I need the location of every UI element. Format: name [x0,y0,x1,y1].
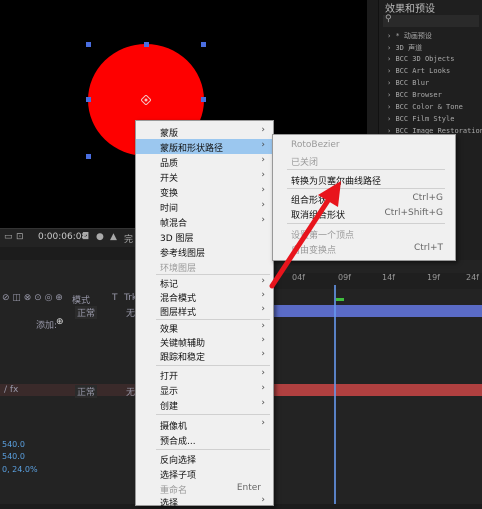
menu-item-frame-blending[interactable]: 帧混合 › [136,214,273,229]
property-value[interactable]: 540.0 [2,440,25,449]
effects-category[interactable]: › BCC Browser [387,91,442,99]
menu-item-reveal[interactable]: 显示 › [136,382,273,397]
work-area-marker[interactable] [336,298,344,301]
region-of-interest-icon[interactable]: ▭ [4,232,13,242]
menu-item-invert-selection[interactable]: 反向选择 [136,451,273,466]
menu-separator [156,414,270,415]
none-label: 无 [126,388,136,398]
menu-item-effect[interactable]: 效果 › [136,320,273,335]
selection-handle[interactable] [201,97,206,102]
menu-item-select-children[interactable]: 选择子项 [136,466,273,481]
menu-item-camera[interactable]: 摄像机 › [136,417,273,432]
menu-item-markers[interactable]: 标记 › [136,275,273,290]
layer-context-menu: 蒙版 › 蒙版和形状路径 › 品质 › 开关 › 变换 › 时间 › 帧混合 › 3D 图层 … [135,120,274,509]
anchor-point-icon[interactable] [141,95,151,105]
submenu-item-free-transform-points: 自由变换点 Ctrl+T [291,243,443,256]
menu-item-switches[interactable]: 开关 › [136,169,273,184]
selection-handle[interactable] [86,154,91,159]
menu-item-precompose[interactable]: 预合成... [136,432,273,447]
selection-handle[interactable] [86,42,91,47]
ruler-tick-label: 14f [382,273,395,282]
effects-category[interactable]: › * 动画预设 [387,31,432,41]
effects-category[interactable]: › BCC Art Looks [387,67,450,75]
search-icon: ⚲ [385,14,392,24]
viewer-toolbar: ▭ ⊡ 0:00:06:08 ◘ ● ▲ 完 [0,228,135,247]
panel-title: 效果和预设 [385,4,435,15]
layer-mode-select[interactable]: 正常 [75,306,98,319]
current-time-indicator[interactable] [334,285,336,504]
effects-category[interactable]: › BCC Blur [387,79,429,87]
add-label: 添加: [36,321,58,331]
menu-item-time[interactable]: 时间 › [136,199,273,214]
none-label: 无 [126,309,136,319]
ruler-tick-label: 19f [427,273,440,282]
property-value[interactable]: 540.0 [2,452,25,461]
menu-item-keyframe-assistant[interactable]: 关键帧辅助 › [136,334,273,349]
menu-item-create[interactable]: 创建 › [136,397,273,412]
menu-item-mask[interactable]: 蒙版 › [136,124,273,139]
menu-separator [287,188,445,189]
submenu-item-group-shapes[interactable]: 组合形状 Ctrl+G [273,191,455,206]
effects-search-input[interactable]: ⚲ [383,14,479,27]
show-channel-icon[interactable]: ▲ [110,232,117,242]
selection-handle[interactable] [144,42,149,47]
effects-category[interactable]: › 3D 声道 [387,43,422,53]
selection-handle[interactable] [201,42,206,47]
menu-item-track-and-stabilize[interactable]: 跟踪和稳定 › [136,348,273,363]
column-switch-icons[interactable]: ⊘ ◫ ⊗ ⊙ ◎ ⊕ [2,293,63,303]
effects-category[interactable]: › BCC Color & Tone [387,103,463,111]
add-property-icon[interactable]: ⊕ [56,317,64,327]
menu-separator [156,449,270,450]
mode-column-header: 模式 [72,296,91,306]
menu-item-layer-styles[interactable]: 图层样式 › [136,303,273,318]
color-channel-icon[interactable]: ● [96,232,104,242]
menu-separator [156,365,270,366]
layer-fx-icon[interactable]: / fx [4,385,18,395]
menu-item-blending-mode[interactable]: 混合模式 › [136,289,273,304]
layer-row[interactable] [0,384,135,396]
grid-icon[interactable]: ⊡ [16,232,24,242]
layer-duration-bar[interactable] [272,305,482,317]
menu-item-mask-and-shape-path[interactable]: 蒙版和形状路径 › [136,139,273,154]
menu-item-3d-layer[interactable]: 3D 图层 [136,229,273,244]
toolbar-trailing-label: 完 [124,235,134,245]
menu-item-environment-layer: 环境图层 [160,264,197,274]
effects-category[interactable]: › BCC 3D Objects [387,55,454,63]
layer-duration-bar[interactable] [272,384,482,396]
property-value[interactable]: 0, 24.0% [2,465,38,474]
t-column-header: T [112,293,118,303]
ruler-tick-label: 04f [292,273,305,282]
submenu-item-ungroup-shapes[interactable]: 取消组合形状 Ctrl+Shift+G [273,206,455,221]
layer-mode-select[interactable]: 正常 [75,385,98,398]
selection-handle[interactable] [86,97,91,102]
menu-item-open[interactable]: 打开 › [136,367,273,382]
menu-item-select[interactable]: 选择 › [136,494,273,509]
submenu-item-rotobezier: RotoBezier [291,140,340,150]
timecode[interactable]: 0:00:06:08 [38,232,87,242]
effects-category[interactable]: › BCC Film Style [387,115,454,123]
ruler-tick-label: 09f [338,273,351,282]
submenu-item-set-first-vertex: 设置第一个顶点 [291,231,355,241]
mask-shape-path-submenu: RotoBezier 已关闭 转换为贝塞尔曲线路径 组合形状 Ctrl+G 取消组… [272,134,456,261]
menu-separator [287,169,445,170]
ruler-tick-label: 24f [466,273,479,282]
submenu-item-convert-to-bezier-path[interactable]: 转换为贝塞尔曲线路径 [273,172,455,187]
snapshot-icon[interactable]: ◘ [82,232,89,242]
menu-item-guide-layer[interactable]: 参考线图层 [136,244,273,259]
menu-item-quality[interactable]: 品质 › [136,154,273,169]
submenu-item-closed: 已关闭 [291,158,319,168]
menu-separator [287,223,445,224]
menu-item-transform[interactable]: 变换 › [136,184,273,199]
